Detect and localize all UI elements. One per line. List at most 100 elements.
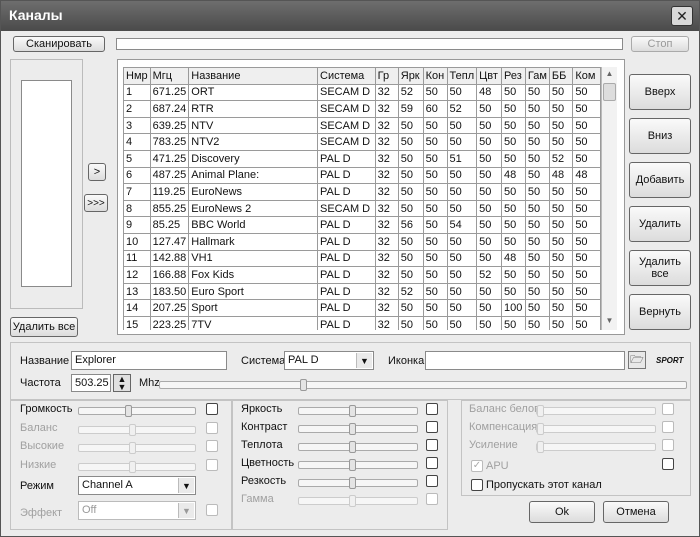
table-cell[interactable]: 50 (524, 183, 550, 201)
table-row[interactable]: 2 687.24 RTR SECAM D 32 59 60 52 50 50 50 50 50 (123, 100, 601, 118)
table-cell[interactable]: 50 (524, 266, 550, 284)
table-cell[interactable]: 50 (524, 216, 550, 234)
table-cell[interactable]: 50 (524, 83, 550, 102)
table-cell[interactable]: Fox Kids (188, 266, 318, 284)
column-header[interactable]: Ярк (397, 67, 424, 85)
table-cell[interactable]: SECAM D (317, 116, 376, 135)
table-cell[interactable]: 50 (397, 183, 424, 201)
compensation-knob[interactable] (537, 423, 544, 435)
table-cell[interactable]: 32 (374, 100, 399, 118)
system-select[interactable]: PAL D ▼ (284, 351, 374, 370)
table-row[interactable]: 13 183.50 Euro Sport PAL D 32 52 50 50 50 50 50 50 5… (123, 282, 601, 301)
treble-checkbox[interactable] (206, 440, 218, 452)
contrast-knob[interactable] (349, 423, 356, 435)
table-cell[interactable]: 9 (123, 216, 151, 234)
table-cell[interactable]: 471.25 (149, 149, 190, 168)
table-cell[interactable]: 50 (548, 299, 574, 317)
table-cell[interactable]: 2 (123, 100, 151, 118)
table-cell[interactable]: 50 (422, 199, 448, 218)
table-cell[interactable]: 32 (374, 282, 399, 301)
name-input[interactable]: Explorer (71, 351, 227, 370)
table-cell[interactable]: SECAM D (317, 83, 376, 102)
table-cell[interactable]: Animal Plane: (188, 166, 318, 185)
table-cell[interactable]: 50 (524, 133, 550, 151)
effect-checkbox[interactable] (206, 504, 218, 516)
table-cell[interactable]: 50 (500, 116, 526, 135)
icon-input[interactable] (425, 351, 625, 370)
table-cell[interactable]: PAL D (317, 315, 376, 330)
table-cell[interactable]: 52 (548, 149, 574, 168)
table-cell[interactable]: 50 (500, 232, 526, 251)
table-cell[interactable]: 50 (476, 116, 502, 135)
table-cell[interactable]: 52 (476, 266, 502, 284)
apu-enable-checkbox[interactable] (662, 458, 674, 470)
table-cell[interactable]: 85.25 (149, 216, 190, 234)
table-cell[interactable]: BBC World (188, 216, 318, 234)
table-cell[interactable]: 50 (397, 232, 424, 251)
balance-slider[interactable] (78, 424, 196, 436)
column-header[interactable]: Гам (524, 67, 550, 85)
table-cell[interactable]: 48 (548, 166, 574, 185)
balance-knob[interactable] (129, 424, 136, 436)
table-cell[interactable]: 50 (422, 299, 448, 317)
add-channel-button[interactable]: Добавить (629, 162, 691, 198)
table-cell[interactable]: 52 (397, 83, 424, 102)
table-cell[interactable]: 50 (422, 149, 448, 168)
table-cell[interactable]: 50 (476, 282, 502, 301)
table-cell[interactable]: 50 (397, 315, 424, 330)
column-header[interactable]: Нмр (123, 67, 151, 85)
volume-slider[interactable] (78, 405, 196, 417)
table-cell[interactable]: 50 (548, 315, 574, 330)
table-cell[interactable]: 50 (524, 232, 550, 251)
table-row[interactable]: 6 487.25 Animal Plane: PAL D 32 50 50 50 50 48 50 4… (123, 166, 601, 185)
scroll-thumb[interactable] (603, 83, 616, 101)
table-cell[interactable]: 50 (524, 282, 550, 301)
table-cell[interactable]: 5 (123, 149, 151, 168)
table-cell[interactable]: 50 (422, 183, 448, 201)
table-cell[interactable]: 15 (123, 315, 151, 330)
white-balance-checkbox[interactable] (662, 403, 674, 415)
table-cell[interactable]: 50 (446, 116, 478, 135)
table-cell[interactable]: 50 (476, 232, 502, 251)
table-cell[interactable]: 50 (500, 282, 526, 301)
table-cell[interactable]: 50 (572, 133, 601, 151)
table-cell[interactable]: PAL D (317, 216, 376, 234)
table-cell[interactable]: 32 (374, 166, 399, 185)
table-cell[interactable]: 50 (548, 216, 574, 234)
table-cell[interactable]: Euro Sport (188, 282, 318, 301)
table-cell[interactable]: 6 (123, 166, 151, 185)
table-cell[interactable]: 50 (572, 83, 601, 102)
gamma-checkbox[interactable] (426, 493, 438, 505)
table-cell[interactable]: 8 (123, 199, 151, 218)
table-cell[interactable]: PAL D (317, 149, 376, 168)
table-cell[interactable]: PAL D (317, 299, 376, 317)
table-cell[interactable]: PAL D (317, 183, 376, 201)
column-header[interactable]: Ком (572, 67, 601, 85)
column-header[interactable]: Гр (374, 67, 399, 85)
table-cell[interactable]: 50 (572, 282, 601, 301)
table-cell[interactable]: 142.88 (149, 249, 190, 268)
move-down-button[interactable]: Вниз (629, 118, 691, 154)
brightness-slider[interactable] (298, 405, 418, 417)
table-cell[interactable]: 50 (446, 282, 478, 301)
table-cell[interactable]: NTV2 (188, 133, 318, 151)
scroll-down-icon[interactable]: ▼ (603, 316, 616, 328)
table-cell[interactable]: 50 (524, 315, 550, 330)
table-cell[interactable]: 50 (397, 133, 424, 151)
color-knob[interactable] (349, 459, 356, 471)
table-cell[interactable]: 50 (476, 166, 502, 185)
table-cell[interactable]: 127.47 (149, 232, 190, 251)
table-cell[interactable]: 855.25 (149, 199, 190, 218)
table-scrollbar[interactable]: ▲ ▼ (601, 67, 617, 330)
table-cell[interactable]: 50 (572, 249, 601, 268)
table-cell[interactable]: 32 (374, 183, 399, 201)
table-cell[interactable]: VH1 (188, 249, 318, 268)
table-cell[interactable]: 50 (548, 266, 574, 284)
table-cell[interactable]: 56 (397, 216, 424, 234)
table-cell[interactable]: 671.25 (149, 83, 190, 102)
table-cell[interactable]: 50 (422, 83, 448, 102)
table-cell[interactable]: 54 (446, 216, 478, 234)
table-cell[interactable]: 639.25 (149, 116, 190, 135)
table-cell[interactable]: 50 (524, 166, 550, 185)
table-cell[interactable]: 50 (572, 116, 601, 135)
